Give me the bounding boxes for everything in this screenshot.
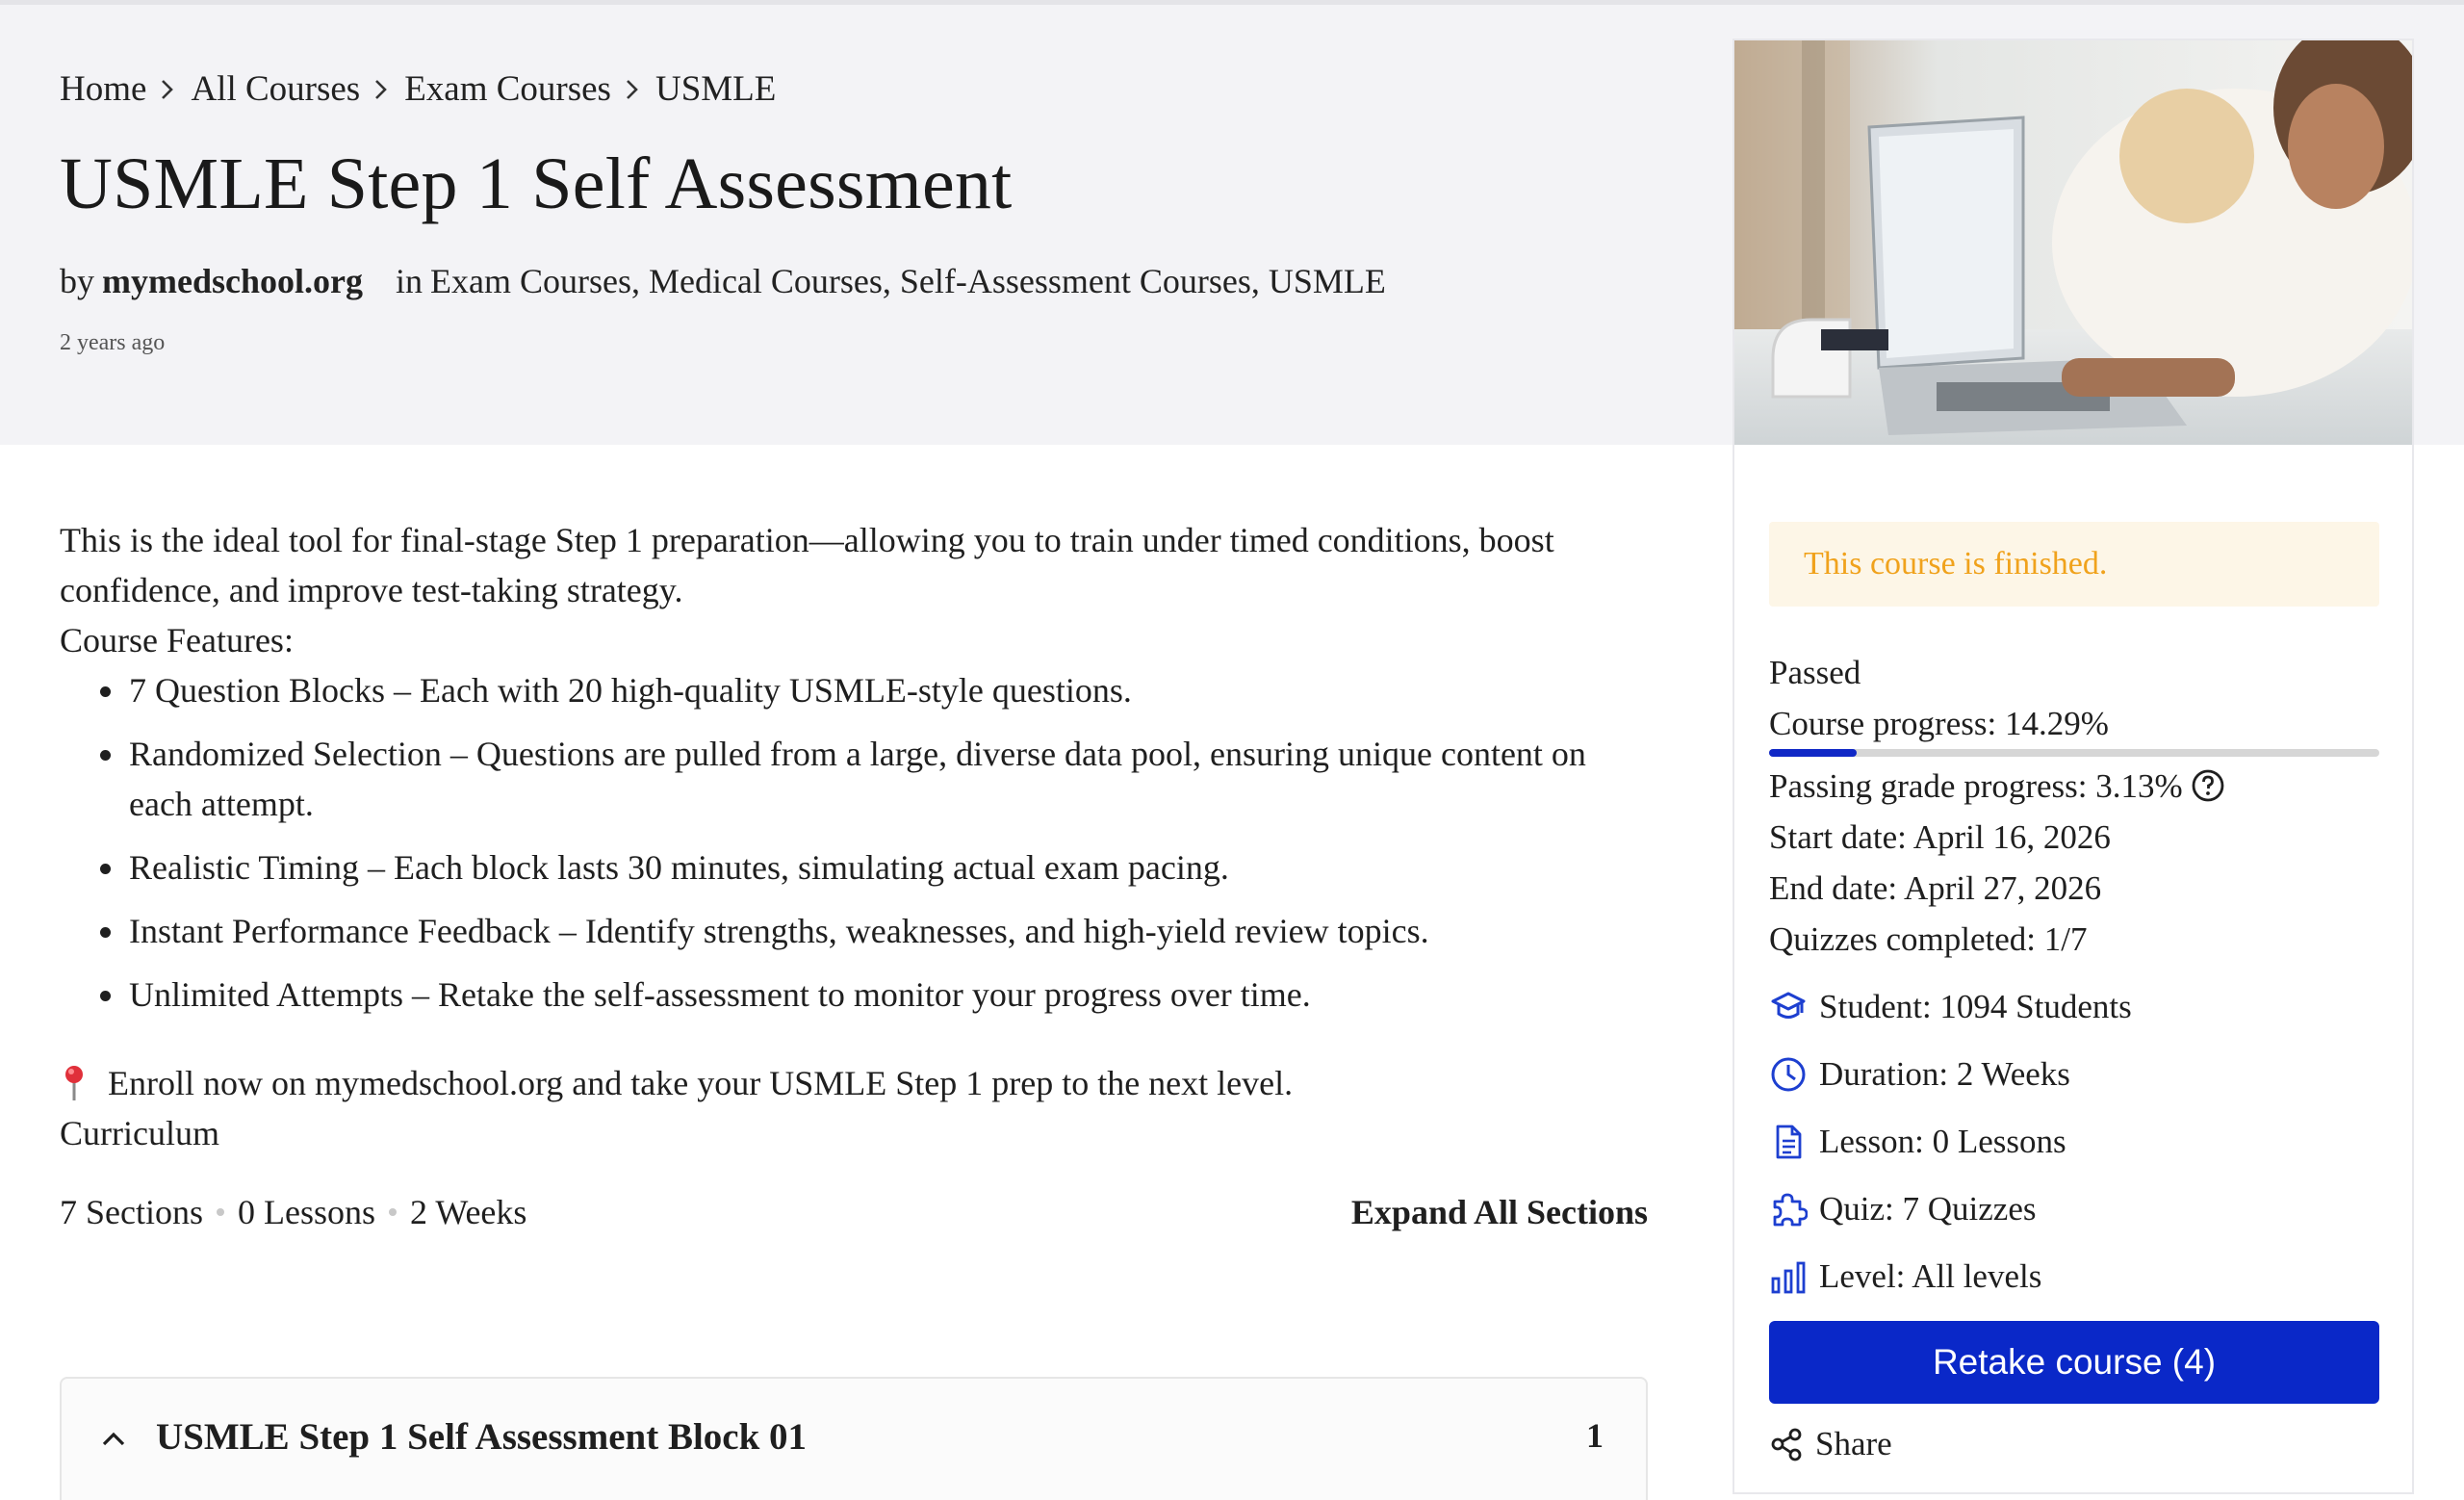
chevron-right-icon bbox=[372, 77, 391, 102]
breadcrumb-home[interactable]: Home bbox=[60, 68, 146, 110]
start-date: Start date: April 16, 2026 bbox=[1769, 818, 2111, 856]
chevron-right-icon bbox=[623, 77, 642, 102]
meta-duration: Duration: 2 Weeks bbox=[1769, 1048, 2379, 1099]
pin-icon bbox=[60, 1064, 89, 1102]
curriculum-section[interactable]: USMLE Step 1 Self Assessment Block 01 1 bbox=[60, 1377, 1648, 1500]
bar-chart-icon bbox=[1769, 1257, 1808, 1296]
curriculum-label: Curriculum bbox=[60, 1114, 219, 1152]
list-item: Unlimited Attempts – Retake the self-ass… bbox=[98, 970, 1648, 1020]
passing-grade-row: Passing grade progress: 3.13% bbox=[1769, 761, 2379, 812]
level-text: Level: All levels bbox=[1819, 1257, 2042, 1295]
share-icon bbox=[1769, 1427, 1804, 1461]
chevron-right-icon bbox=[158, 77, 177, 102]
breadcrumb-all-courses[interactable]: All Courses bbox=[191, 68, 360, 110]
share-button[interactable]: Share bbox=[1769, 1425, 2379, 1463]
graduation-cap-icon bbox=[1769, 988, 1808, 1026]
course-description: This is the ideal tool for final-stage S… bbox=[60, 515, 1648, 1237]
pass-status: Passed bbox=[1769, 654, 1861, 691]
page-title: USMLE Step 1 Self Assessment bbox=[60, 143, 1013, 224]
course-progress-info: Passed Course progress: 14.29% Passing g… bbox=[1769, 647, 2379, 1302]
curriculum-duration: 2 Weeks bbox=[410, 1193, 527, 1231]
meta-students: Student: 1094 Students bbox=[1769, 981, 2379, 1032]
end-date: End date: April 27, 2026 bbox=[1769, 869, 2102, 907]
course-progress-bar bbox=[1769, 749, 2379, 757]
separator-dot bbox=[217, 1208, 224, 1216]
breadcrumb-exam-courses[interactable]: Exam Courses bbox=[404, 68, 611, 110]
in-label: in bbox=[395, 262, 423, 300]
students-text: Student: 1094 Students bbox=[1819, 988, 2132, 1025]
document-icon bbox=[1769, 1123, 1808, 1161]
separator-dot bbox=[389, 1208, 397, 1216]
meta-lessons: Lesson: 0 Lessons bbox=[1769, 1116, 2379, 1167]
course-progress-text: Course progress: 14.29% bbox=[1769, 705, 2109, 742]
list-item: Instant Performance Feedback – Identify … bbox=[98, 906, 1648, 956]
course-thumbnail bbox=[1734, 40, 2412, 445]
quizzes-completed: Quizzes completed: 1/7 bbox=[1769, 920, 2088, 958]
breadcrumb: Home All Courses Exam Courses USMLE bbox=[60, 68, 1696, 110]
curriculum-stats: 7 Sections 0 Lessons 2 Weeks Expand All … bbox=[60, 1187, 1648, 1237]
feature-list: 7 Question Blocks – Each with 20 high-qu… bbox=[98, 665, 1648, 1020]
section-item-count: 1 bbox=[1586, 1416, 1604, 1455]
list-item: Randomized Selection – Questions are pul… bbox=[98, 729, 1648, 829]
clock-icon bbox=[1769, 1055, 1808, 1094]
puzzle-icon bbox=[1769, 1190, 1808, 1228]
list-item: Realistic Timing – Each block lasts 30 m… bbox=[98, 842, 1648, 892]
duration-text: Duration: 2 Weeks bbox=[1819, 1055, 2070, 1093]
course-sidebar: This course is finished. Passed Course p… bbox=[1732, 39, 2414, 1494]
meta-level: Level: All levels bbox=[1769, 1251, 2379, 1302]
quizzes-text: Quiz: 7 Quizzes bbox=[1819, 1190, 2037, 1228]
by-label: by bbox=[60, 262, 94, 300]
retake-course-button[interactable]: Retake course (4) bbox=[1769, 1321, 2379, 1404]
description-intro: This is the ideal tool for final-stage S… bbox=[60, 521, 1554, 609]
features-label: Course Features: bbox=[60, 621, 294, 659]
category-links: Exam Courses, Medical Courses, Self-Asse… bbox=[430, 261, 1386, 301]
enroll-line: Enroll now on mymedschool.org and take y… bbox=[60, 1058, 1648, 1108]
lessons-count: 0 Lessons bbox=[238, 1193, 375, 1231]
breadcrumb-usmle[interactable]: USMLE bbox=[655, 68, 776, 110]
meta-quizzes: Quiz: 7 Quizzes bbox=[1769, 1183, 2379, 1234]
posted-time: 2 years ago bbox=[60, 330, 166, 355]
section-title: USMLE Step 1 Self Assessment Block 01 bbox=[156, 1416, 808, 1458]
lessons-text: Lesson: 0 Lessons bbox=[1819, 1123, 2066, 1160]
chevron-up-icon[interactable] bbox=[96, 1421, 131, 1456]
sections-count: 7 Sections bbox=[60, 1193, 203, 1231]
help-circle-icon[interactable] bbox=[2191, 768, 2225, 803]
author-link[interactable]: mymedschool.org bbox=[102, 261, 363, 301]
course-page: Home All Courses Exam Courses USMLE USML… bbox=[0, 0, 2464, 1500]
enroll-text: Enroll now on mymedschool.org and take y… bbox=[108, 1064, 1294, 1102]
passing-grade-text: Passing grade progress: 3.13% bbox=[1769, 767, 2183, 805]
course-meta: by mymedschool.org in Exam Courses, Medi… bbox=[60, 261, 1696, 301]
expand-all-sections-button[interactable]: Expand All Sections bbox=[1351, 1187, 1648, 1237]
course-finished-notice: This course is finished. bbox=[1769, 522, 2379, 607]
categories-link[interactable]: Exam Courses, Medical Courses, Self-Asse… bbox=[430, 262, 1386, 300]
list-item: 7 Question Blocks – Each with 20 high-qu… bbox=[98, 665, 1648, 715]
course-progress-fill bbox=[1769, 749, 1857, 757]
share-label: Share bbox=[1815, 1425, 1892, 1462]
